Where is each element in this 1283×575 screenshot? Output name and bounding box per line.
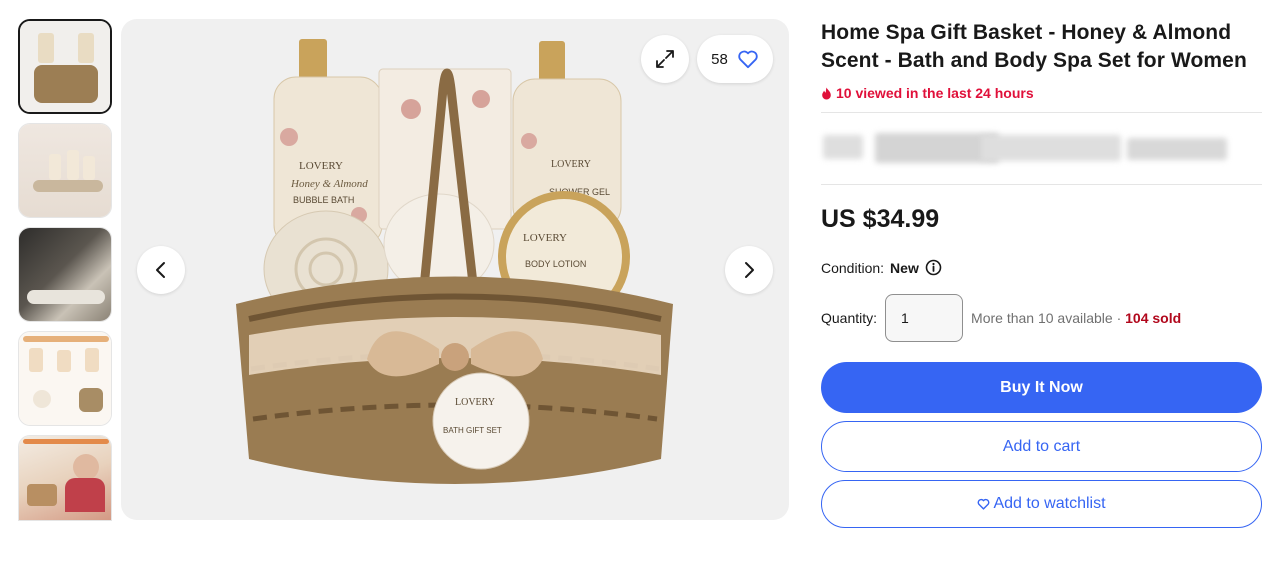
main-product-image[interactable]: LOVERY Honey & Almond BUBBLE BATH LOVERY… — [121, 19, 789, 520]
availability: More than 10 available · 104 sold — [971, 310, 1181, 326]
chevron-left-icon — [156, 262, 165, 278]
product-info-panel: Home Spa Gift Basket - Honey & Almond Sc… — [821, 19, 1262, 528]
add-to-watchlist-button[interactable]: Add to watchlist — [821, 480, 1262, 528]
gift-basket-image: LOVERY Honey & Almond BUBBLE BATH LOVERY… — [236, 39, 673, 484]
bottle-scent-label: Honey & Almond — [290, 178, 368, 190]
expand-button[interactable] — [641, 35, 689, 83]
thumbnail-image — [19, 436, 111, 520]
thumbnail-5[interactable] — [18, 435, 112, 521]
bottle-brand-label: LOVERY — [299, 160, 343, 172]
thumbnail-3[interactable] — [18, 227, 112, 322]
add-to-cart-button[interactable]: Add to cart — [821, 421, 1262, 472]
availability-separator: · — [1112, 310, 1126, 326]
thumbnail-image — [19, 228, 111, 321]
thumbnail-4[interactable] — [18, 331, 112, 426]
tag-product-label: BATH GIFT SET — [443, 426, 502, 435]
watch-count-button[interactable]: 58 — [697, 35, 773, 83]
gift-tag — [432, 372, 530, 470]
thumbnail-1[interactable] — [18, 19, 112, 114]
jar-product-label: BODY LOTION — [525, 259, 586, 269]
heart-icon — [978, 498, 990, 510]
seller-info-redacted — [821, 113, 1262, 184]
expand-icon — [656, 50, 674, 68]
tag-brand-label: LOVERY — [455, 397, 495, 408]
condition-label: Condition: — [821, 259, 885, 276]
watch-count: 58 — [711, 50, 728, 68]
product-title: Home Spa Gift Basket - Honey & Almond Sc… — [821, 21, 1247, 72]
info-icon[interactable] — [925, 259, 942, 276]
price: US $34.99 — [821, 205, 940, 233]
quantity-row: Quantity: More than 10 available · 104 s… — [821, 294, 1262, 342]
condition-value: New — [890, 259, 919, 276]
quantity-label: Quantity: — [821, 310, 878, 326]
fire-icon — [822, 87, 831, 99]
condition-row: Condition: New — [821, 259, 1262, 276]
bottle-product-label: BUBBLE BATH — [293, 195, 354, 205]
bottle-cap — [299, 39, 327, 79]
next-image-button[interactable] — [725, 246, 773, 294]
add-to-watchlist-label: Add to watchlist — [993, 495, 1106, 512]
previous-image-button[interactable] — [137, 246, 185, 294]
heart-icon — [738, 50, 758, 69]
sold-count: 104 sold — [1125, 310, 1182, 326]
jar-brand-label: LOVERY — [523, 232, 567, 244]
thumbnail-image — [19, 124, 111, 217]
bottle-brand-label: LOVERY — [551, 159, 591, 170]
thumbnail-image — [19, 332, 111, 425]
viewed-indicator: 10 viewed in the last 24 hours — [821, 85, 1262, 101]
thumbnail-image — [20, 21, 110, 112]
chevron-right-icon — [745, 262, 754, 278]
availability-text: More than 10 available — [971, 310, 1113, 326]
thumbnail-list — [18, 19, 113, 530]
bottle-cap — [539, 41, 565, 81]
viewed-text: 10 viewed in the last 24 hours — [836, 85, 1034, 101]
divider — [821, 184, 1262, 185]
thumbnail-2[interactable] — [18, 123, 112, 218]
quantity-input[interactable] — [885, 294, 964, 342]
buy-it-now-button[interactable]: Buy It Now — [821, 362, 1262, 413]
